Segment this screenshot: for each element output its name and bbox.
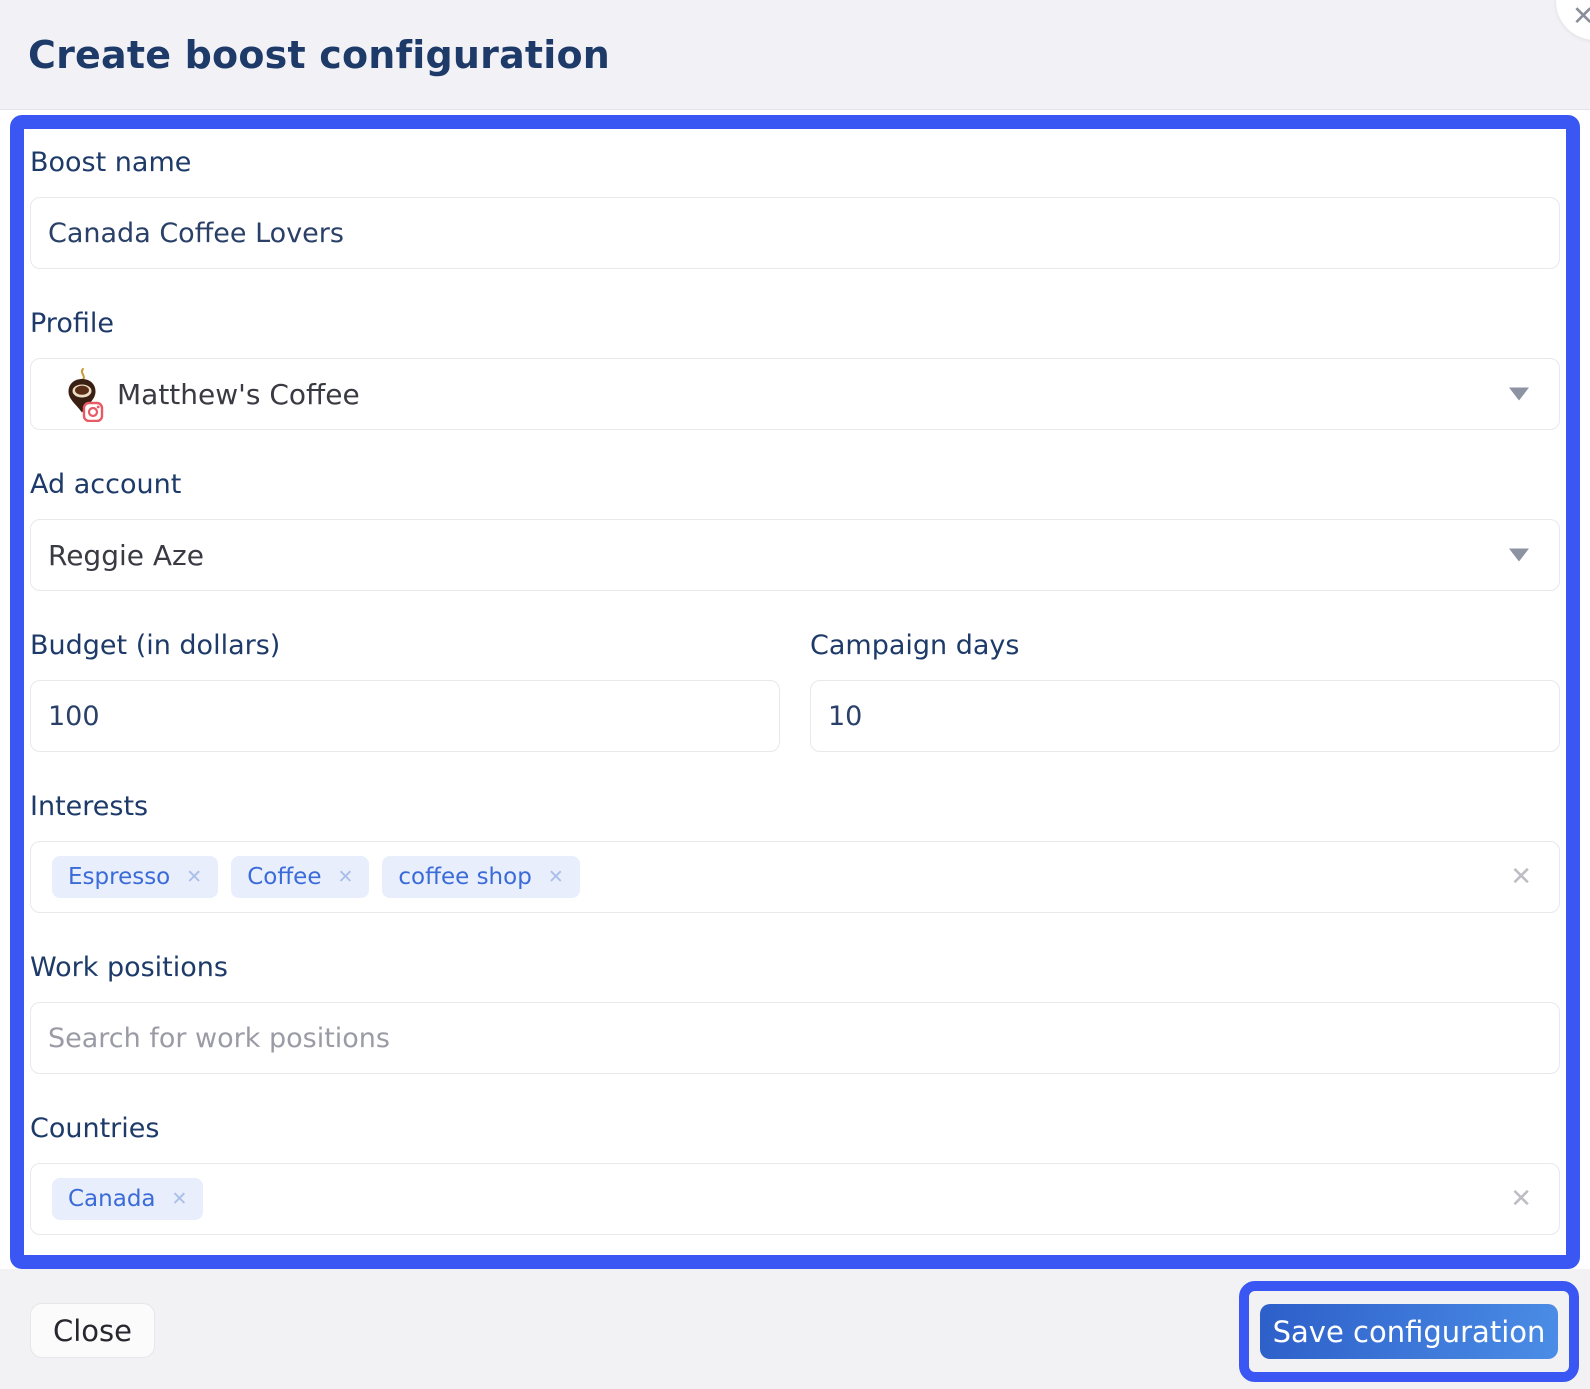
countries-label: Countries	[30, 1113, 160, 1144]
remove-tag-icon[interactable]: ✕	[186, 867, 202, 887]
work-positions-label: Work positions	[30, 952, 228, 983]
save-button-highlight-frame: Save configuration	[1239, 1281, 1579, 1382]
tag-label: coffee shop	[398, 864, 532, 890]
tag-label: Canada	[68, 1186, 156, 1212]
interests-field[interactable]: Espresso ✕ Coffee ✕ coffee shop ✕ ✕	[30, 841, 1560, 913]
budget-days-label-row: Budget (in dollars) Campaign days	[30, 591, 1560, 661]
tag-label: Coffee	[247, 864, 322, 890]
budget-input[interactable]	[30, 680, 780, 752]
interest-tag-espresso: Espresso ✕	[52, 856, 219, 898]
clear-interests-icon[interactable]: ✕	[1510, 864, 1532, 890]
budget-label: Budget (in dollars)	[30, 630, 281, 661]
remove-tag-icon[interactable]: ✕	[548, 867, 564, 887]
page-title: Create boost configuration	[28, 32, 611, 77]
boost-form: Boost name Profile Matthew's Coffee Ad a…	[24, 148, 1566, 1235]
campaign-days-input[interactable]	[810, 680, 1560, 752]
budget-days-field-row	[30, 661, 1560, 752]
ad-account-selected-value: Reggie Aze	[48, 538, 204, 572]
interest-tag-coffee-shop: coffee shop ✕	[382, 856, 580, 898]
create-boost-modal: Create boost configuration ✕ Boost name …	[0, 0, 1590, 1389]
close-icon: ✕	[1572, 1, 1590, 32]
interests-label: Interests	[30, 791, 149, 822]
save-configuration-button[interactable]: Save configuration	[1260, 1304, 1558, 1359]
ad-account-select[interactable]: Reggie Aze	[30, 519, 1560, 591]
coffee-shop-logo-icon	[68, 368, 104, 422]
profile-selected-value: Matthew's Coffee	[117, 377, 360, 411]
interest-tag-coffee: Coffee ✕	[231, 856, 370, 898]
boost-name-input[interactable]	[30, 197, 1560, 269]
chevron-down-icon	[1509, 548, 1529, 562]
tag-label: Espresso	[68, 864, 171, 890]
boost-name-label: Boost name	[30, 147, 192, 178]
campaign-days-label: Campaign days	[810, 630, 1020, 661]
country-tag-canada: Canada ✕	[52, 1178, 204, 1220]
ad-account-label: Ad account	[30, 469, 182, 500]
modal-footer: Close Save configuration	[0, 1269, 1590, 1389]
clear-countries-icon[interactable]: ✕	[1510, 1186, 1532, 1212]
form-highlight-frame: Boost name Profile Matthew's Coffee Ad a…	[10, 115, 1580, 1269]
remove-tag-icon[interactable]: ✕	[172, 1189, 188, 1209]
countries-field[interactable]: Canada ✕ ✕	[30, 1163, 1560, 1235]
close-button[interactable]: Close	[30, 1303, 155, 1358]
remove-tag-icon[interactable]: ✕	[337, 867, 353, 887]
modal-header: Create boost configuration	[0, 0, 1590, 110]
work-positions-input[interactable]	[30, 1002, 1560, 1074]
profile-label: Profile	[30, 308, 114, 339]
chevron-down-icon	[1509, 387, 1529, 401]
profile-select[interactable]: Matthew's Coffee	[30, 358, 1560, 430]
